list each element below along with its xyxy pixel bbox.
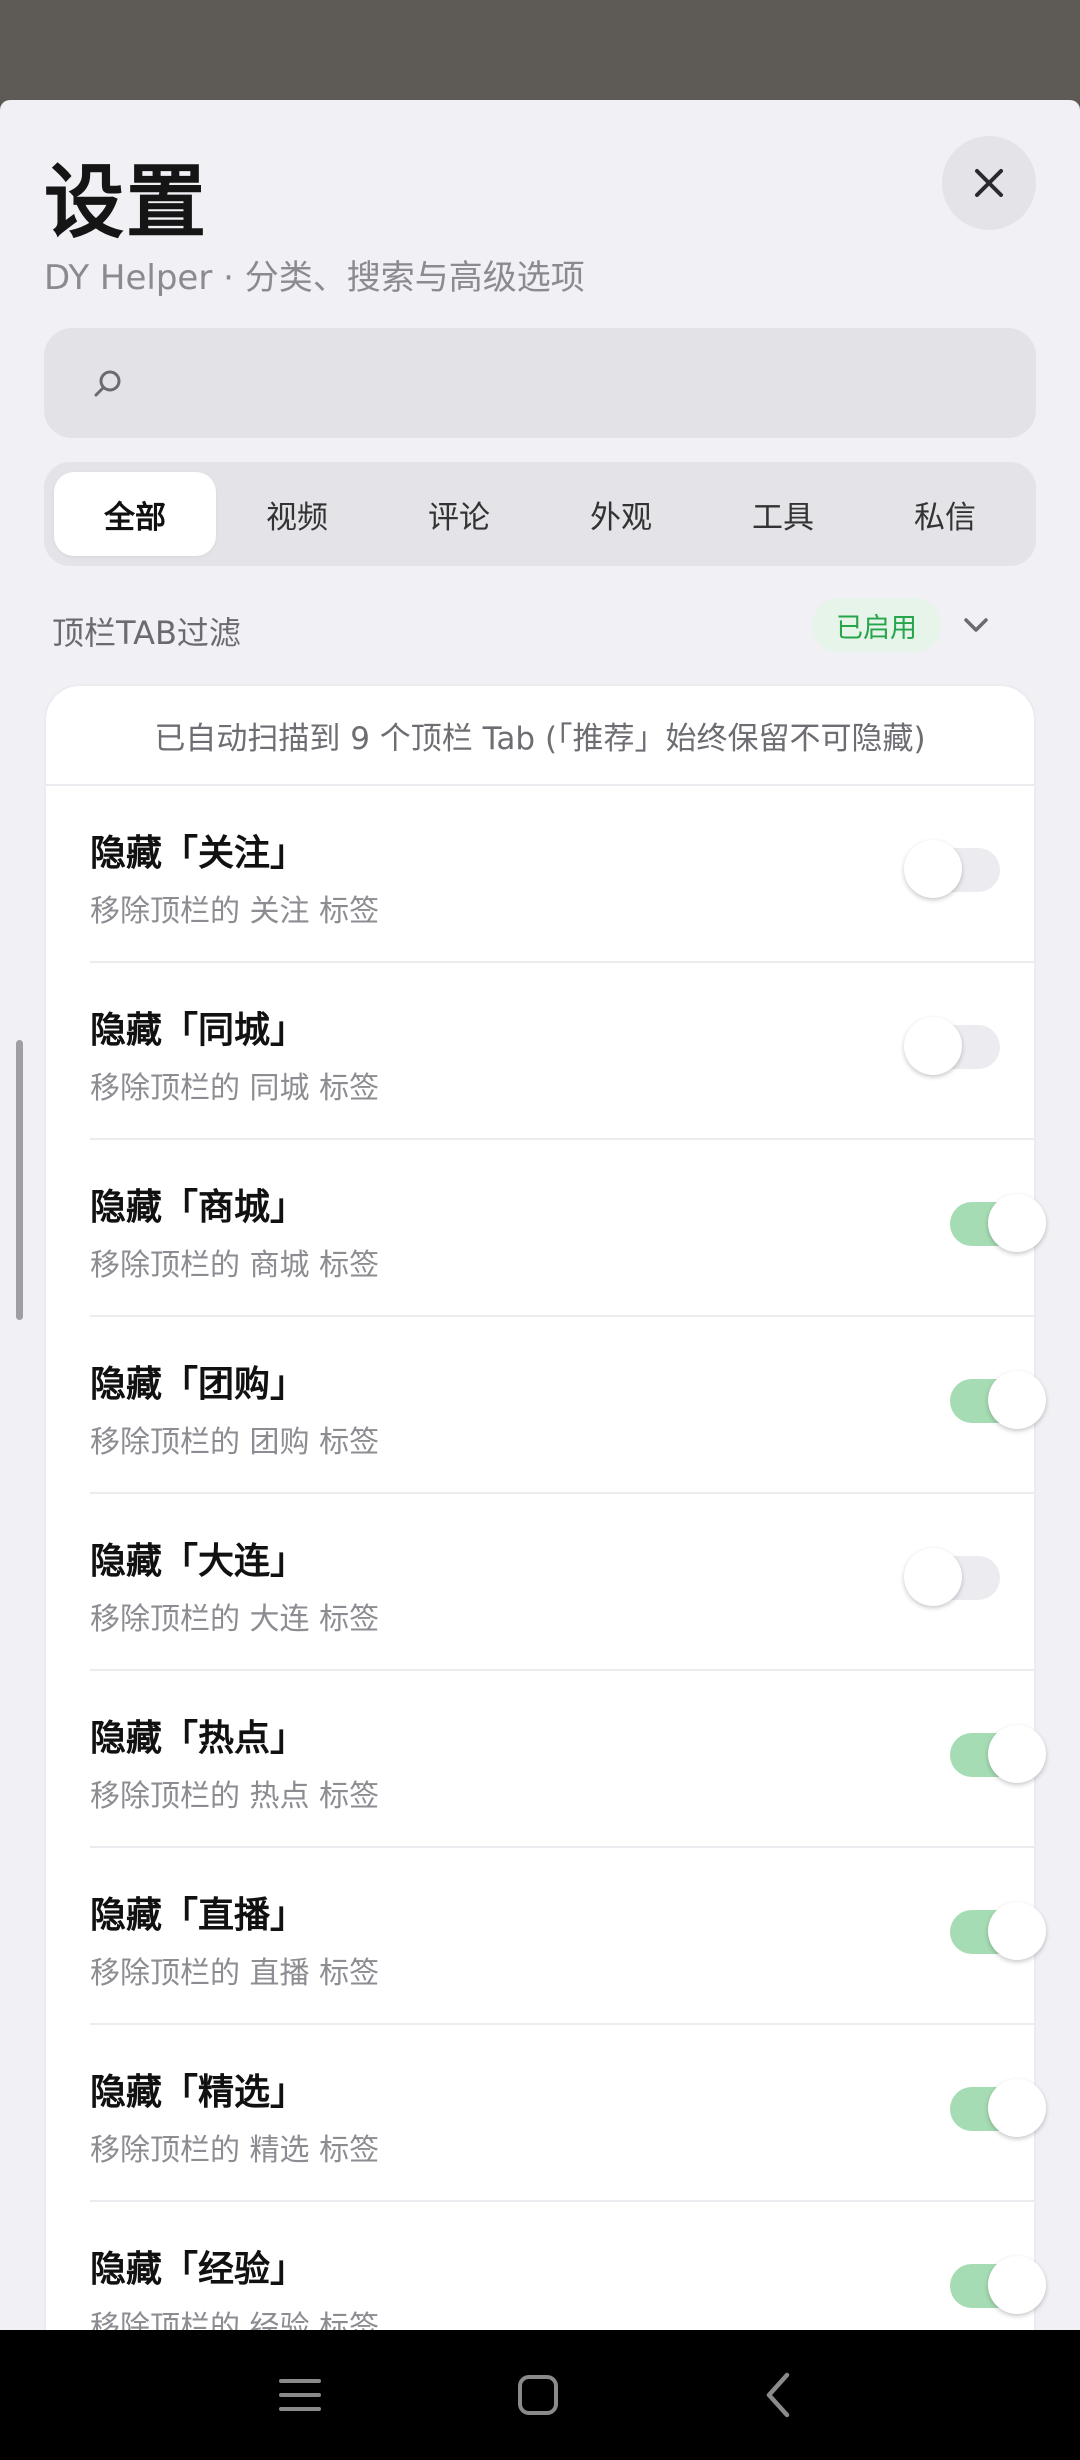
tab-comments[interactable]: 评论 [378,472,540,556]
tab-all[interactable]: 全部 [54,472,216,556]
toggle-switch[interactable] [904,840,1000,898]
scrollbar[interactable] [16,1040,23,1320]
close-icon [975,169,1003,197]
list-item[interactable]: 隐藏「团购」 移除顶栏的 团购 标签 [90,1317,1046,1494]
back-icon [766,2372,790,2418]
search-icon [94,370,121,397]
tab-video[interactable]: 视频 [216,472,378,556]
list-item[interactable]: 隐藏「直播」 移除顶栏的 直播 标签 [90,1848,1046,2025]
menu-icon [279,2379,321,2411]
item-description: 移除顶栏的 精选 标签 [90,2133,380,2168]
toggle-knob [988,1194,1046,1252]
section-title: 顶栏TAB过滤 [52,614,241,652]
page-subtitle: DY Helper · 分类、搜索与高级选项 [44,258,585,298]
search-input[interactable] [144,328,1004,438]
tab-appearance[interactable]: 外观 [540,472,702,556]
toggle-knob [904,1017,962,1075]
list-item[interactable]: 隐藏「商城」 移除顶栏的 商城 标签 [90,1140,1046,1317]
item-description: 移除顶栏的 团购 标签 [90,1425,380,1460]
toggle-switch[interactable] [950,2256,1046,2314]
toggle-knob [904,840,962,898]
page-title: 设置 [44,156,208,249]
home-icon [518,2375,558,2415]
toggle-switch[interactable] [950,1371,1046,1429]
item-title: 隐藏「大连」 [90,1541,307,1582]
item-title: 隐藏「商城」 [90,1187,307,1228]
settings-sheet: 设置 DY Helper · 分类、搜索与高级选项 全部 视频 评论 外观 工具… [0,100,1080,2330]
item-title: 隐藏「经验」 [90,2249,307,2290]
item-description: 移除顶栏的 直播 标签 [90,1956,380,1991]
toggle-knob [904,1548,962,1606]
item-description: 移除顶栏的 关注 标签 [90,894,380,929]
toggle-switch[interactable] [950,1725,1046,1783]
toggle-knob [988,1371,1046,1429]
toggle-switch[interactable] [904,1017,1000,1075]
list-item[interactable]: 隐藏「同城」 移除顶栏的 同城 标签 [90,963,1036,1140]
category-tabs: 全部 视频 评论 外观 工具 私信 [44,462,1036,566]
tab-tools[interactable]: 工具 [702,472,864,556]
menu-button[interactable] [270,2365,330,2425]
toggle-switch[interactable] [950,1902,1046,1960]
item-title: 隐藏「关注」 [90,833,307,874]
item-description: 移除顶栏的 同城 标签 [90,1071,380,1106]
section-header[interactable]: 顶栏TAB过滤 已启用 [52,598,1022,654]
list-item[interactable]: 隐藏「精选」 移除顶栏的 精选 标签 [90,2025,1046,2202]
list-item[interactable]: 隐藏「关注」 移除顶栏的 关注 标签 [90,786,1036,963]
item-title: 隐藏「热点」 [90,1718,307,1759]
toggle-knob [988,1902,1046,1960]
item-title: 隐藏「精选」 [90,2072,307,2113]
status-badge: 已启用 [812,598,941,652]
toggle-knob [988,2256,1046,2314]
tab-messages[interactable]: 私信 [864,472,1026,556]
scan-note: 已自动扫描到 9 个顶栏 Tab (「推荐」始终保留不可隐藏) [46,686,1034,786]
back-button[interactable] [748,2365,808,2425]
toggle-knob [988,2079,1046,2137]
item-description: 移除顶栏的 热点 标签 [90,1779,380,1814]
toggle-knob [988,1725,1046,1783]
toggle-switch[interactable] [950,1194,1046,1252]
item-description: 移除顶栏的 大连 标签 [90,1602,380,1637]
search-bar[interactable] [44,328,1036,438]
chevron-down-icon[interactable] [958,610,994,640]
home-button[interactable] [508,2365,568,2425]
list-item[interactable]: 隐藏「大连」 移除顶栏的 大连 标签 [90,1494,1036,1671]
list-item[interactable]: 隐藏「经验」 移除顶栏的 经验 标签 [90,2202,1046,2330]
settings-card: 已自动扫描到 9 个顶栏 Tab (「推荐」始终保留不可隐藏) 隐藏「关注」 移… [44,684,1046,2330]
list-item[interactable]: 隐藏「热点」 移除顶栏的 热点 标签 [90,1671,1046,1848]
item-title: 隐藏「直播」 [90,1895,307,1936]
item-title: 隐藏「团购」 [90,1364,307,1405]
item-description: 移除顶栏的 商城 标签 [90,1248,380,1283]
item-title: 隐藏「同城」 [90,1010,307,1051]
toggle-switch[interactable] [950,2079,1046,2137]
system-navigation-bar [0,2330,1080,2460]
dimmed-background[interactable] [0,0,1080,100]
close-button[interactable] [942,136,1036,230]
item-description: 移除顶栏的 经验 标签 [90,2310,380,2330]
toggle-switch[interactable] [904,1548,1000,1606]
